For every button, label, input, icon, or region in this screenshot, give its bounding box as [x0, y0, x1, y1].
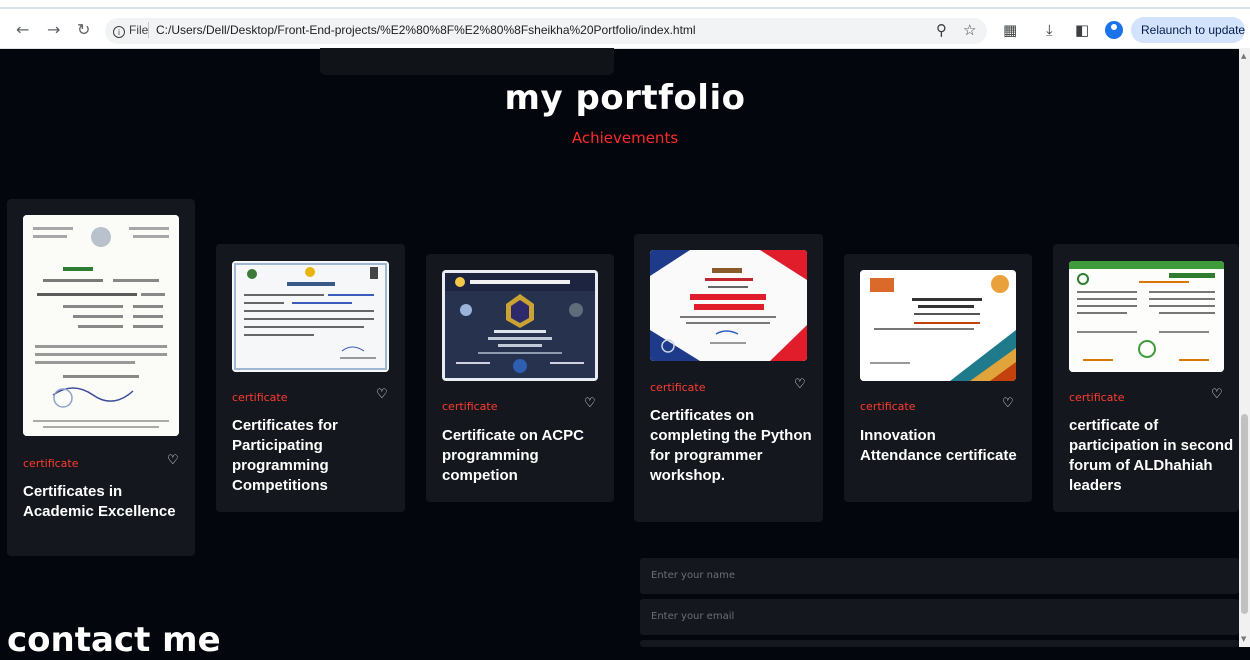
- file-label: File: [129, 23, 149, 37]
- page-title: my portfolio: [504, 78, 746, 118]
- browser-toolbar: ← → ↻ i File C:/Users/Dell/Desktop/Front-…: [0, 0, 1250, 49]
- email-placeholder: Enter your email: [651, 611, 735, 622]
- relaunch-label: Relaunch to update: [1141, 23, 1246, 37]
- heart-icon[interactable]: ♡: [794, 377, 806, 392]
- message-input[interactable]: [640, 640, 1239, 647]
- navigation-bar-remnant: [320, 48, 614, 75]
- name-input[interactable]: Enter your name: [640, 558, 1239, 594]
- profile-avatar[interactable]: [1105, 21, 1123, 39]
- info-icon: i: [113, 26, 125, 38]
- heart-icon[interactable]: ♡: [167, 453, 179, 468]
- card-title: Certificates for Participating programmi…: [232, 417, 338, 494]
- card-category: certificate: [1069, 391, 1125, 404]
- heart-icon[interactable]: ♡: [1002, 396, 1014, 411]
- card-category: certificate: [232, 391, 288, 404]
- certificate-image: [1069, 261, 1224, 372]
- heart-icon[interactable]: ♡: [1211, 387, 1223, 402]
- certificate-image: [232, 261, 389, 372]
- card-category: certificate: [442, 400, 498, 413]
- heart-icon[interactable]: ♡: [584, 396, 596, 411]
- download-icon[interactable]: ⤓: [1046, 20, 1053, 40]
- heart-icon[interactable]: ♡: [376, 387, 388, 402]
- bookmark-star-icon[interactable]: ☆: [963, 20, 976, 40]
- zoom-icon[interactable]: ⚲: [936, 20, 947, 40]
- scroll-up-icon[interactable]: ▲: [1241, 52, 1246, 60]
- scrollbar-thumb[interactable]: [1241, 414, 1248, 614]
- address-separator: [148, 22, 149, 38]
- back-icon[interactable]: ←: [16, 20, 29, 40]
- card-title: certificate of participation in second f…: [1069, 417, 1234, 494]
- card-title: Certificates on completing the Python fo…: [650, 407, 812, 484]
- side-panel-icon[interactable]: ◧: [1075, 20, 1089, 40]
- forward-icon[interactable]: →: [47, 20, 60, 40]
- portfolio-card[interactable]: certificate ♡ certificate of participati…: [1053, 244, 1239, 512]
- scroll-down-icon[interactable]: ▼: [1241, 635, 1246, 643]
- portfolio-card[interactable]: certificate ♡ Certificates on completing…: [634, 234, 823, 522]
- relaunch-button[interactable]: Relaunch to update ⋮: [1131, 17, 1250, 43]
- page-scrollbar[interactable]: ▲ ▼: [1239, 48, 1250, 647]
- section-subtitle: Achievements: [571, 129, 679, 147]
- portfolio-card[interactable]: certificate ♡ Innovation Attendance cert…: [844, 254, 1032, 502]
- site-info-button[interactable]: i File: [113, 23, 148, 38]
- portfolio-card[interactable]: certificate ♡ Certificates for Participa…: [216, 244, 405, 512]
- card-title: Certificate on ACPC programming competio…: [442, 427, 584, 484]
- url-text[interactable]: C:/Users/Dell/Desktop/Front-End-projects…: [156, 23, 696, 37]
- certificate-image: [650, 250, 807, 361]
- certificate-image: [442, 270, 598, 381]
- contact-heading: contact me: [7, 620, 221, 660]
- portfolio-card[interactable]: certificate ♡ Certificate on ACPC progra…: [426, 254, 614, 502]
- card-category: certificate: [860, 400, 916, 413]
- certificate-image: [23, 215, 179, 436]
- certificate-image: [860, 270, 1016, 381]
- name-placeholder: Enter your name: [651, 570, 736, 581]
- portfolio-card[interactable]: certificate ♡ Certificates in Academic E…: [7, 199, 195, 556]
- card-category: certificate: [23, 457, 79, 470]
- card-title: Innovation Attendance certificate: [860, 427, 1017, 464]
- reload-icon[interactable]: ↻: [77, 20, 90, 40]
- card-title: Certificates in Academic Excellence: [23, 483, 176, 520]
- extensions-icon[interactable]: ▦: [1003, 20, 1017, 40]
- email-input[interactable]: Enter your email: [640, 599, 1239, 635]
- tab-strip-edge: [0, 7, 1250, 9]
- card-category: certificate: [650, 381, 706, 394]
